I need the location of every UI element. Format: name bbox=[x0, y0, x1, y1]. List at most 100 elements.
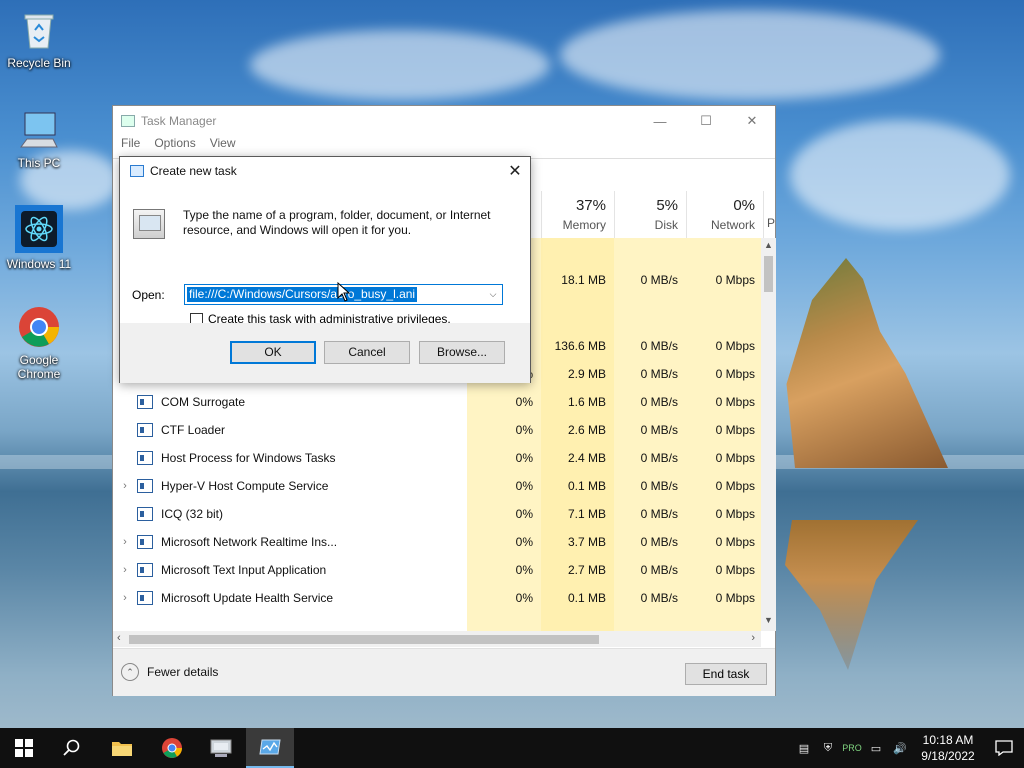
column-header-disk[interactable]: 5% Disk bbox=[614, 191, 686, 238]
process-icon bbox=[137, 591, 153, 605]
process-icon bbox=[137, 507, 153, 521]
cell-disk: 0 MB/s bbox=[640, 591, 678, 605]
desktop-icon-recycle-bin[interactable]: Recycle Bin bbox=[1, 8, 77, 70]
cell-cpu: 0% bbox=[515, 423, 533, 437]
start-button[interactable] bbox=[0, 728, 48, 768]
search-icon bbox=[63, 739, 80, 756]
notification-button[interactable] bbox=[984, 728, 1024, 768]
cell-disk: 0 MB/s bbox=[640, 479, 678, 493]
menu-file[interactable]: File bbox=[121, 136, 140, 156]
dialog-body: Type the name of a program, folder, docu… bbox=[120, 185, 530, 326]
clock[interactable]: 10:18 AM 9/18/2022 bbox=[912, 732, 984, 764]
cell-cpu: 0% bbox=[515, 395, 533, 409]
table-row[interactable]: Host Process for Windows Tasks 0% 2.4 MB 0 … bbox=[113, 444, 763, 472]
network-icon[interactable]: ▭ bbox=[864, 728, 888, 768]
cell-mem: 2.6 MB bbox=[567, 423, 606, 437]
process-icon bbox=[137, 535, 153, 549]
tray-app-icon[interactable]: ▤ bbox=[792, 728, 816, 768]
taskbar-chrome[interactable] bbox=[148, 728, 196, 768]
scroll-left-icon[interactable]: ‹ bbox=[117, 632, 121, 644]
chevron-down-icon[interactable]: ⌵ bbox=[486, 287, 500, 302]
mouse-cursor-icon bbox=[337, 282, 351, 302]
icq-icon[interactable]: PRO bbox=[840, 728, 864, 768]
ok-button[interactable]: OK bbox=[230, 341, 316, 364]
chevron-right-icon[interactable]: › bbox=[113, 592, 137, 604]
task-manager-titlebar[interactable]: Task Manager — ☐ ✕ bbox=[113, 106, 775, 136]
taskbar-task-manager[interactable] bbox=[246, 728, 294, 768]
column-header-memory[interactable]: 37% Memory bbox=[541, 191, 614, 238]
cloud bbox=[560, 10, 940, 100]
cell-disk: 0 MB/s bbox=[640, 535, 678, 549]
close-icon[interactable]: ✕ bbox=[500, 161, 530, 181]
scroll-up-icon[interactable]: ▲ bbox=[761, 240, 776, 254]
desktop-icon-label: Google Chrome bbox=[17, 353, 61, 381]
cell-mem: 2.9 MB bbox=[567, 367, 606, 381]
table-row[interactable]: COM Surrogate 0% 1.6 MB 0 MB/s 0 Mbps bbox=[113, 388, 763, 416]
power-label-partial: P bbox=[766, 216, 775, 230]
react-atom-icon bbox=[15, 205, 63, 253]
table-row[interactable]: ICQ (32 bit) 0% 7.1 MB 0 MB/s 0 Mbps bbox=[113, 500, 763, 528]
chevron-right-icon[interactable]: › bbox=[113, 536, 137, 548]
desktop-icon-windows-11[interactable]: Windows 11 bbox=[1, 205, 77, 271]
menu-view[interactable]: View bbox=[210, 136, 236, 156]
browse-button[interactable]: Browse... bbox=[419, 341, 505, 364]
chevron-right-icon[interactable]: › bbox=[113, 564, 137, 576]
scroll-thumb[interactable] bbox=[129, 635, 599, 644]
end-task-button[interactable]: End task bbox=[685, 663, 767, 685]
folder-icon bbox=[112, 742, 132, 756]
search-button[interactable] bbox=[48, 728, 96, 768]
dialog-titlebar[interactable]: Create new task ✕ bbox=[120, 157, 530, 185]
system-tray: ▤ ⛨ PRO ▭ 🔊 10:18 AM 9/18/2022 bbox=[792, 728, 1024, 768]
cell-mem: 7.1 MB bbox=[567, 507, 606, 521]
close-button[interactable]: ✕ bbox=[729, 106, 775, 136]
desktop-icon-this-pc[interactable]: This PC bbox=[1, 108, 77, 170]
table-row[interactable]: CTF Loader 0% 2.6 MB 0 MB/s 0 Mbps bbox=[113, 416, 763, 444]
column-header-power[interactable]: P bbox=[763, 191, 777, 238]
minimize-button[interactable]: — bbox=[637, 106, 683, 136]
cell-cpu: 0% bbox=[515, 507, 533, 521]
cancel-button[interactable]: Cancel bbox=[324, 341, 410, 364]
open-input[interactable]: file:///C:/Windows/Cursors/aero_busy_l.a… bbox=[187, 287, 418, 302]
scroll-right-icon[interactable]: › bbox=[751, 632, 755, 644]
network-percent: 0% bbox=[733, 197, 755, 214]
process-icon bbox=[137, 451, 153, 465]
taskbar: ▤ ⛨ PRO ▭ 🔊 10:18 AM 9/18/2022 bbox=[0, 728, 1024, 768]
run-icon bbox=[130, 165, 144, 177]
table-row[interactable]: › Microsoft Update Health Service 0% 0.1 MB… bbox=[113, 584, 763, 612]
horizontal-scrollbar[interactable]: ‹ › bbox=[113, 631, 761, 647]
task-manager-icon bbox=[259, 739, 281, 755]
scroll-thumb[interactable] bbox=[764, 256, 773, 292]
window-title: Task Manager bbox=[141, 114, 217, 128]
cell-disk: 0 MB/s bbox=[640, 273, 678, 287]
dialog-description: Type the name of a program, folder, docu… bbox=[183, 208, 491, 237]
vertical-scrollbar[interactable]: ▲ ▼ bbox=[761, 238, 776, 631]
taskbar-file-explorer[interactable] bbox=[98, 728, 146, 768]
maximize-button[interactable]: ☐ bbox=[683, 106, 729, 136]
shield-icon[interactable]: ⛨ bbox=[816, 728, 840, 768]
desktop-icon-google-chrome[interactable]: Google Chrome bbox=[1, 305, 77, 381]
cell-disk: 0 MB/s bbox=[640, 367, 678, 381]
cell-mem: 2.4 MB bbox=[567, 451, 606, 465]
cell-disk: 0 MB/s bbox=[640, 507, 678, 521]
cell-mem: 1.6 MB bbox=[567, 395, 606, 409]
cell-mem: 2.7 MB bbox=[567, 563, 606, 577]
fewer-details-button[interactable]: ⌃ Fewer details bbox=[121, 663, 218, 681]
scroll-down-icon[interactable]: ▼ bbox=[761, 615, 776, 629]
table-row[interactable]: › Hyper-V Host Compute Service 0% 0.1 MB 0 M… bbox=[113, 472, 763, 500]
taskbar-app[interactable] bbox=[197, 728, 245, 768]
table-row[interactable]: › Microsoft Network Realtime Ins... 0% 3.7 … bbox=[113, 528, 763, 556]
cell-net: 0 Mbps bbox=[715, 451, 755, 465]
cell-cpu: 0% bbox=[515, 479, 533, 493]
memory-percent: 37% bbox=[575, 197, 606, 214]
windows-logo-icon bbox=[15, 739, 33, 757]
volume-icon[interactable]: 🔊 bbox=[888, 728, 912, 768]
process-icon bbox=[137, 423, 153, 437]
table-row[interactable]: › Microsoft Text Input Application 0% 2.7 M… bbox=[113, 556, 763, 584]
cell-cpu: 0% bbox=[515, 535, 533, 549]
cell-mem: 0.1 MB bbox=[567, 591, 606, 605]
chevron-right-icon[interactable]: › bbox=[113, 480, 137, 492]
menu-options[interactable]: Options bbox=[154, 136, 195, 156]
fewer-details-label: Fewer details bbox=[147, 665, 219, 679]
column-header-network[interactable]: 0% Network bbox=[686, 191, 763, 238]
desktop-icon-label: This PC bbox=[17, 156, 61, 170]
